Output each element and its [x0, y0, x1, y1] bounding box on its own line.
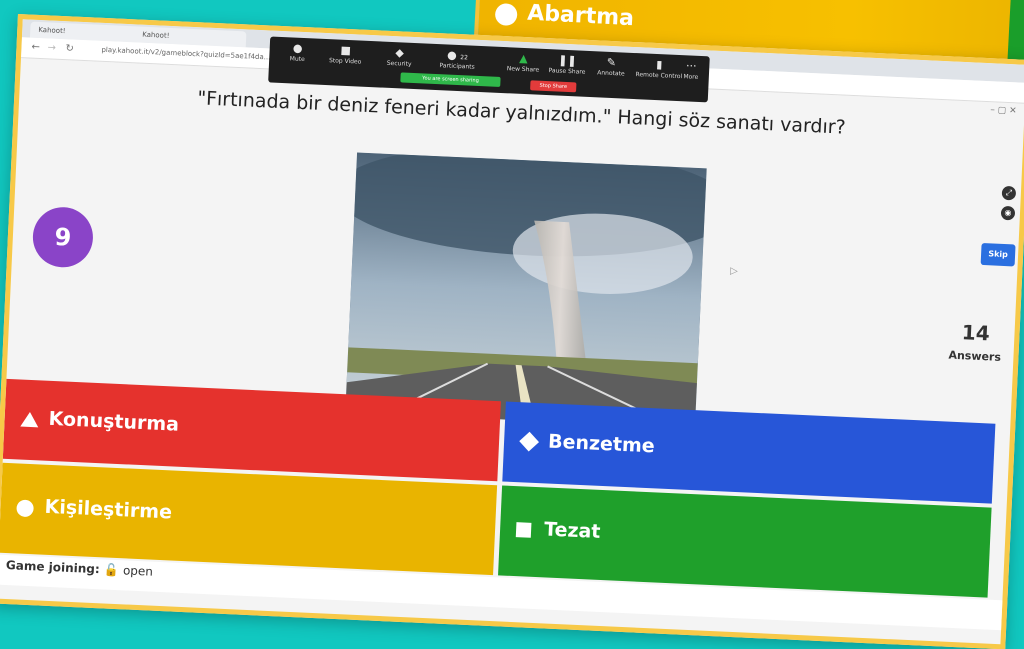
participants-label: Participants: [439, 62, 475, 71]
answers-number: 14: [961, 320, 991, 346]
stop-share-button[interactable]: Stop Share: [530, 80, 577, 93]
answers-counter: 14 Answers: [948, 320, 1002, 365]
new-share-label: New Share: [506, 65, 540, 74]
square-icon: [515, 522, 532, 538]
fullscreen-icon[interactable]: ⤢: [1001, 185, 1017, 201]
back-arrow-icon[interactable]: ←: [31, 42, 40, 53]
circle-icon: [494, 2, 518, 27]
participants-count: 22: [460, 54, 469, 62]
security-label: Security: [386, 59, 412, 68]
diamond-icon: [519, 431, 540, 452]
forward-arrow-icon[interactable]: →: [47, 42, 56, 53]
game-joining-value: open: [122, 563, 154, 579]
skip-button[interactable]: Skip: [980, 242, 1016, 267]
shield-icon: ◆: [395, 46, 405, 60]
reload-icon[interactable]: ↻: [65, 43, 74, 54]
tornado-image: [345, 152, 707, 429]
mouse-cursor-icon: ▷: [729, 265, 739, 277]
triangle-icon: [20, 411, 39, 428]
screen-sharing-notice: You are screen sharing: [400, 72, 501, 87]
sound-icon[interactable]: ◉: [1000, 205, 1016, 221]
answer-label: Konuşturma: [48, 407, 180, 436]
lock-icon: 🔓: [103, 562, 120, 578]
background-answer-label: Abartma: [526, 0, 635, 32]
circle-icon: [16, 499, 34, 518]
participants-button[interactable]: ● 22 Participants: [429, 48, 486, 72]
tornado-photo: [345, 152, 707, 429]
stop-video-label: Stop Video: [328, 57, 362, 66]
answer-label: Kişileştirme: [44, 495, 173, 524]
pause-share-label: Pause Share: [548, 67, 586, 76]
mute-label: Mute: [289, 55, 305, 64]
more-label: More: [683, 73, 699, 81]
countdown-timer: 9: [31, 205, 95, 269]
answer-label: Tezat: [543, 518, 601, 543]
answer-label: Benzetme: [547, 430, 656, 458]
kahoot-screen-photo: Kahoot! Kahoot! ← → ↻ play.kahoot.it/v2/…: [0, 14, 1024, 649]
game-joining-label: Game joining:: [5, 558, 101, 577]
more-icon: ···: [685, 59, 697, 73]
stop-video-button[interactable]: ■ Stop Video: [317, 43, 374, 67]
security-button[interactable]: ◆ Security: [371, 45, 428, 69]
annotate-label: Annotate: [597, 69, 625, 78]
more-button[interactable]: ··· More: [673, 59, 710, 82]
answers-label: Answers: [948, 348, 1002, 364]
url-text[interactable]: play.kahoot.it/v2/gameblock?quizId=5ae1f…: [101, 46, 270, 62]
window-controls[interactable]: – ▢ ✕: [990, 105, 1017, 116]
participants-icon: ● 22: [446, 48, 469, 63]
camera-icon: ■: [340, 43, 352, 58]
